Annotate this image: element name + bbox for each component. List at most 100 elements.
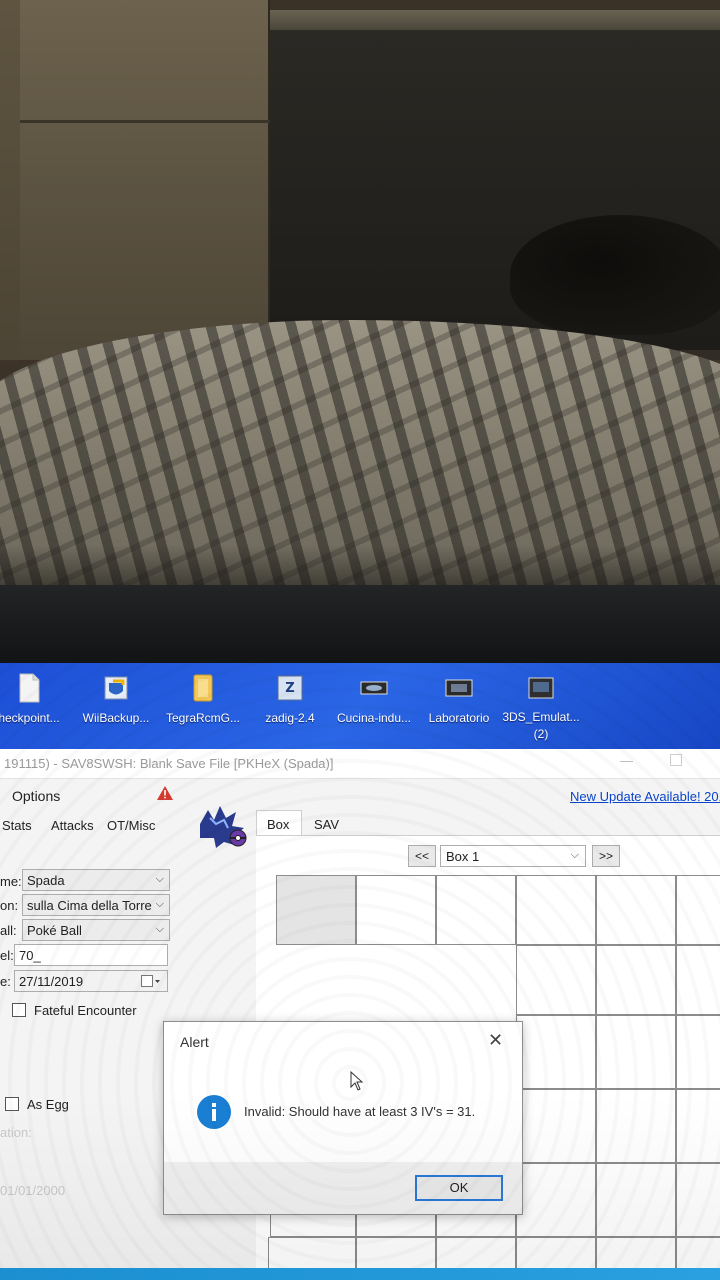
desktop-icon-tegrarcm[interactable]: TegraRcmG...: [162, 671, 244, 725]
ball-select[interactable]: Poké Ball ⌵: [22, 919, 170, 941]
alert-message: Invalid: Should have at least 3 IV's = 3…: [244, 1104, 476, 1119]
box-slot[interactable]: [516, 1163, 596, 1237]
as-egg-checkbox[interactable]: [5, 1097, 19, 1111]
taskbar-edge: [0, 1268, 720, 1280]
calendar-icon[interactable]: [141, 975, 161, 988]
tab-box[interactable]: Box: [256, 810, 302, 836]
box-slot[interactable]: [596, 1015, 676, 1089]
desktop-icon-label: Laboratorio: [428, 711, 490, 725]
next-box-button[interactable]: >>: [592, 845, 620, 867]
date-picker[interactable]: 27/11/2019: [14, 970, 168, 992]
chevron-down-icon: ⌵: [155, 873, 164, 885]
laptop-bezel: [0, 585, 720, 665]
box-slot[interactable]: [676, 1163, 720, 1237]
desktop-icon-label: TegraRcmG...: [165, 711, 240, 725]
alert-footer: OK: [164, 1162, 522, 1214]
fateful-encounter-checkbox[interactable]: [12, 1003, 26, 1017]
box-slot[interactable]: [596, 945, 676, 1015]
emulator-icon: [528, 677, 554, 699]
box-select[interactable]: Box 1 ⌵: [440, 845, 586, 867]
location-select[interactable]: sulla Cima della Torre ⌵: [22, 894, 170, 916]
alert-dialog: Alert ✕ Invalid: Should have at least 3 …: [163, 1021, 523, 1215]
chevron-down-icon: ⌵: [570, 849, 579, 861]
folder-icon: [193, 674, 213, 702]
box-slot[interactable]: [676, 1089, 720, 1163]
desktop-icon-wiibackup[interactable]: WiiBackup...: [75, 671, 157, 725]
tab-attacks[interactable]: Attacks: [51, 818, 94, 833]
desktop-icon-cucina[interactable]: Cucina-indu...: [333, 671, 415, 725]
egg-location-label: ation:: [0, 1125, 32, 1140]
maximize-button[interactable]: [670, 754, 682, 766]
pokemon-sprite: [200, 806, 247, 848]
fateful-encounter-label: Fateful Encounter: [34, 1003, 137, 1018]
update-link[interactable]: New Update Available! 2019: [570, 789, 720, 804]
zadig-icon: Z: [277, 675, 303, 701]
warning-icon[interactable]: [156, 785, 174, 801]
box-slot[interactable]: [516, 1015, 596, 1089]
ball-label: all:: [0, 923, 17, 938]
date-label: e:: [0, 974, 11, 989]
box-slot[interactable]: [596, 1163, 676, 1237]
desktop-icon-3ds-emulator[interactable]: 3DS_Emulat... (2): [500, 671, 582, 743]
box-slot[interactable]: [676, 875, 720, 945]
desktop-icon-label: 3DS_Emulat... (2): [502, 710, 580, 741]
pkhex-window: 191115) - SAV8SWSH: Blank Save File [PKH…: [0, 749, 720, 1280]
desktop: heckpoint... WiiBackup... TegraRcmG... Z…: [0, 663, 720, 753]
desktop-icon-laboratorio[interactable]: Laboratorio: [418, 671, 500, 725]
ok-button[interactable]: OK: [415, 1175, 503, 1201]
box-slot[interactable]: [596, 875, 676, 945]
box-slot[interactable]: [356, 875, 436, 945]
background-photo: [0, 0, 720, 600]
game-select[interactable]: Spada ⌵: [22, 869, 170, 891]
level-input[interactable]: 70_: [14, 944, 168, 966]
box-slot[interactable]: [596, 1089, 676, 1163]
ball-value: Poké Ball: [27, 923, 82, 938]
cabinet: [20, 0, 270, 360]
cabinet-edge: [20, 120, 270, 123]
box-slot[interactable]: [276, 875, 356, 945]
window-title: 191115) - SAV8SWSH: Blank Save File [PKH…: [4, 756, 334, 771]
lamp: [510, 215, 720, 335]
shelf: [270, 10, 720, 30]
box-slot[interactable]: [516, 1089, 596, 1163]
menu-bar: Options New Update Available! 2019: [0, 780, 720, 808]
laptop-screen: heckpoint... WiiBackup... TegraRcmG... Z…: [0, 663, 720, 1280]
chevron-down-icon: ⌵: [155, 923, 164, 935]
level-label: el:: [0, 948, 14, 963]
desktop-icon-label: zadig-2.4: [265, 711, 315, 725]
box-select-value: Box 1: [446, 849, 480, 864]
location-label: on:: [0, 898, 19, 913]
box-slot[interactable]: [516, 945, 596, 1015]
tab-ot-misc[interactable]: OT/Misc: [107, 818, 155, 833]
egg-date-value: 01/01/2000: [0, 1183, 66, 1198]
shield-app-icon: [104, 676, 128, 700]
box-slot[interactable]: [676, 945, 720, 1015]
box-slot[interactable]: [516, 875, 596, 945]
desktop-icon-zadig[interactable]: Z zadig-2.4: [249, 671, 331, 725]
mouse-cursor-icon: [350, 1071, 364, 1091]
box-slot[interactable]: [676, 1015, 720, 1089]
desktop-icon-label: heckpoint...: [0, 711, 60, 725]
game-value: Spada: [27, 873, 65, 888]
document-icon: [19, 673, 40, 703]
info-icon: [197, 1095, 231, 1129]
image-file-icon: [360, 681, 388, 695]
desktop-icon-label: Cucina-indu...: [336, 711, 412, 725]
desktop-icon-checkpoint[interactable]: heckpoint...: [0, 671, 70, 725]
tab-stats[interactable]: Stats: [2, 818, 32, 833]
prev-box-button[interactable]: <<: [408, 845, 436, 867]
svg-text:Z: Z: [285, 681, 294, 696]
image-file-icon: [445, 679, 473, 697]
location-value: sulla Cima della Torre: [27, 898, 152, 913]
title-bar: 191115) - SAV8SWSH: Blank Save File [PKH…: [0, 749, 720, 779]
date-value: 27/11/2019: [19, 974, 84, 989]
minimize-button[interactable]: —: [620, 753, 633, 768]
close-icon[interactable]: ✕: [488, 1030, 503, 1051]
box-slot[interactable]: [436, 875, 516, 945]
chevron-down-icon: ⌵: [155, 898, 164, 910]
menu-options[interactable]: Options: [12, 788, 60, 804]
desktop-icon-label: WiiBackup...: [82, 711, 150, 725]
alert-title: Alert: [180, 1034, 209, 1050]
tab-sav[interactable]: SAV: [314, 817, 339, 832]
game-label: me:: [0, 874, 22, 889]
